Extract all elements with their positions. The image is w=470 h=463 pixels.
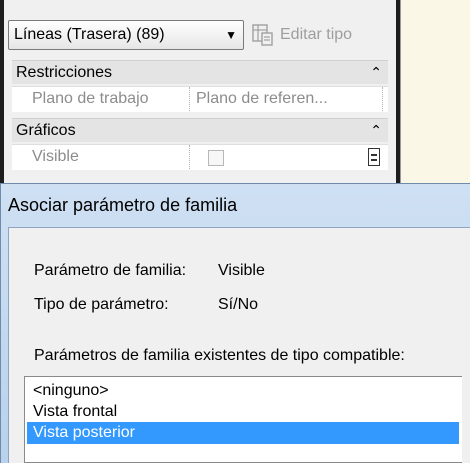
edit-type-label: Editar tipo <box>280 26 353 43</box>
associate-parameter-dialog: Asociar parámetro de familia Parámetro d… <box>0 183 470 463</box>
associate-parameter-button[interactable] <box>368 148 380 166</box>
visible-checkbox[interactable] <box>208 150 224 166</box>
section-restricciones[interactable]: Restricciones ⌃ <box>12 60 388 84</box>
existing-params-label: Parámetros de familia existentes de tipo… <box>34 347 405 364</box>
section-label: Gráficos <box>16 122 76 139</box>
properties-palette: Líneas (Trasera) (89) ▼ Editar tipo Rest… <box>0 0 401 200</box>
param-type-value: Sí/No <box>218 296 259 313</box>
dropdown-arrow-icon[interactable]: ▼ <box>225 21 237 49</box>
dialog-title: Asociar parámetro de familia <box>8 195 238 215</box>
collapse-icon[interactable]: ⌃ <box>370 61 382 84</box>
panel-left-edge <box>0 0 4 200</box>
collapse-icon[interactable]: ⌃ <box>370 119 382 142</box>
type-selector-value: Líneas (Trasera) (89) <box>14 26 165 43</box>
list-item-selected[interactable]: Vista posterior <box>27 422 459 444</box>
property-name: Visible <box>12 145 190 169</box>
property-row-plano-trabajo[interactable]: Plano de trabajo Plano de referen... <box>12 86 388 112</box>
type-selector-dropdown[interactable]: Líneas (Trasera) (89) ▼ <box>8 20 244 50</box>
section-graficos[interactable]: Gráficos ⌃ <box>12 118 388 142</box>
property-value[interactable]: Plano de referen... <box>196 87 383 111</box>
edit-type-icon <box>252 24 273 46</box>
existing-params-list[interactable]: <ninguno> Vista frontal Vista posterior <box>24 376 462 463</box>
edit-type-button[interactable]: Editar tipo <box>252 20 352 50</box>
property-name: Plano de trabajo <box>12 87 190 111</box>
param-type-label: Tipo de parámetro: <box>34 296 169 313</box>
section-label: Restricciones <box>16 64 113 81</box>
family-param-label: Parámetro de familia: <box>34 262 187 279</box>
family-param-value: Visible <box>218 262 265 279</box>
list-item[interactable]: Vista frontal <box>27 401 459 423</box>
property-row-visible[interactable]: Visible <box>12 144 388 170</box>
type-selector-row: Líneas (Trasera) (89) ▼ Editar tipo <box>8 16 400 56</box>
list-item[interactable]: <ninguno> <box>27 380 459 402</box>
